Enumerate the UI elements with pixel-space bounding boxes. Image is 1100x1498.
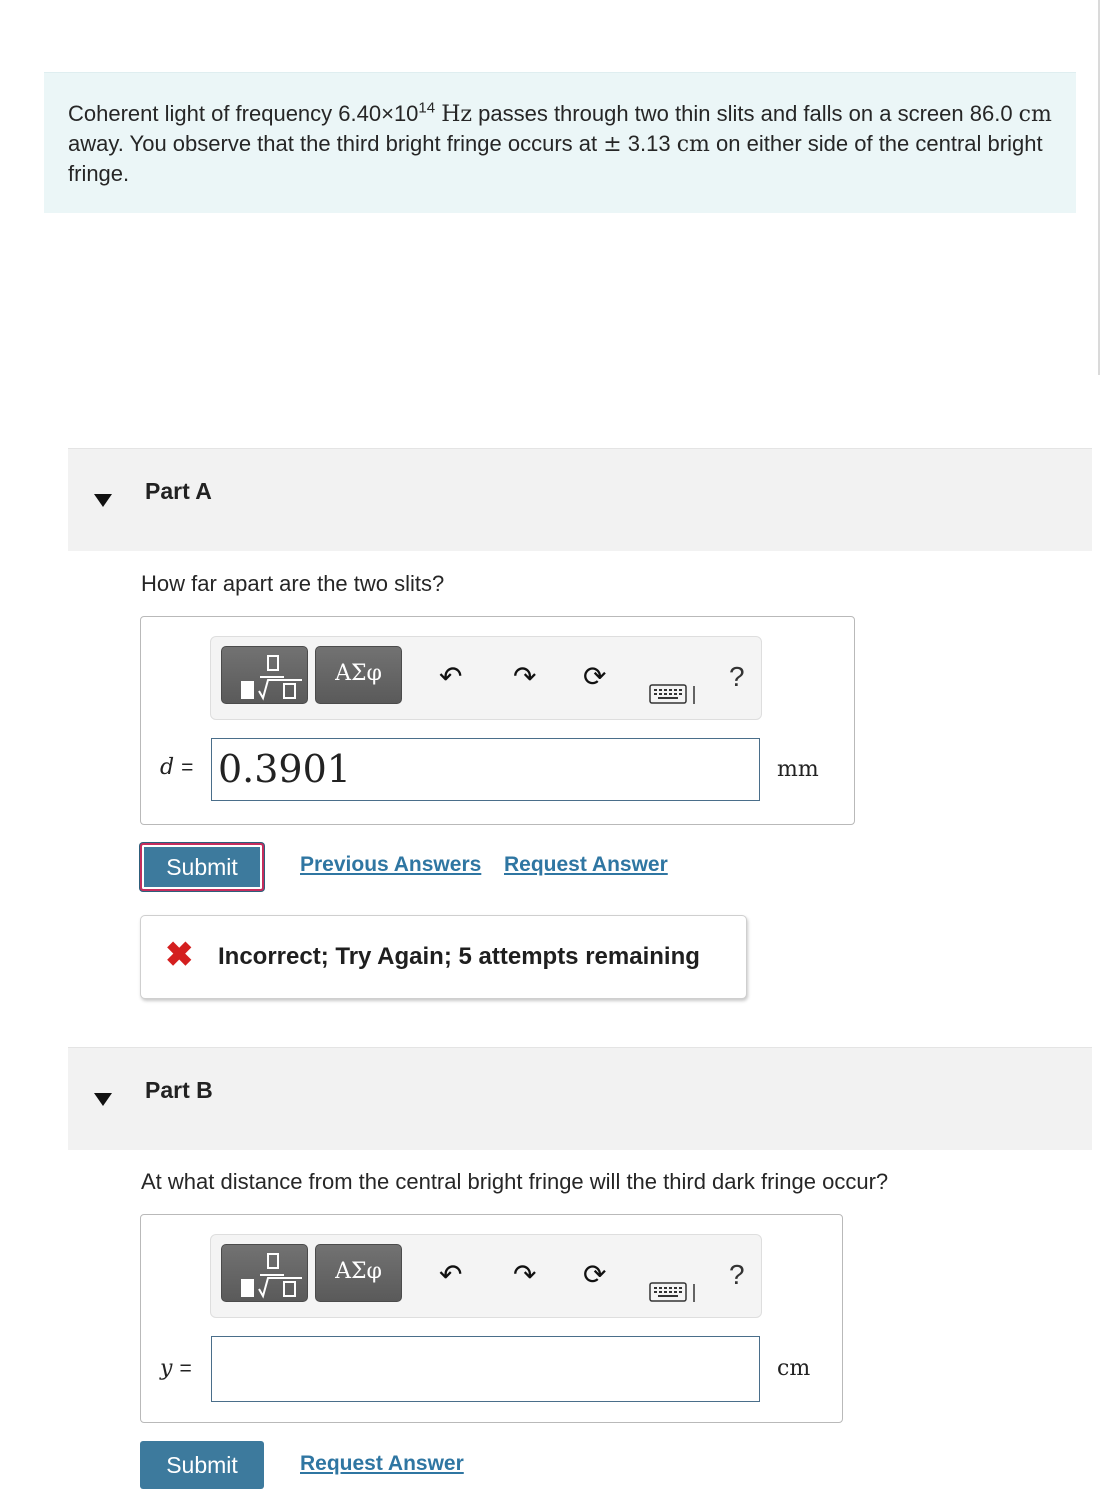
problem-statement: Coherent light of frequency 6.40×1014 Hz… xyxy=(44,72,1076,213)
part-b-answer-box: ΑΣφ ↶ ↷ ⟳ ? y = cm xyxy=(140,1214,843,1423)
request-answer-link[interactable]: Request Answer xyxy=(504,853,668,877)
collapse-triangle-icon[interactable] xyxy=(94,1093,112,1106)
part-b-question: At what distance from the central bright… xyxy=(141,1169,889,1194)
math-toolbar: ΑΣφ ↶ ↷ ⟳ ? xyxy=(210,1234,762,1318)
request-answer-link[interactable]: Request Answer xyxy=(300,1452,464,1476)
part-a-header[interactable]: Part A xyxy=(68,448,1092,551)
help-icon[interactable]: ? xyxy=(729,1260,745,1290)
math-toolbar: ΑΣφ ↶ ↷ ⟳ ? xyxy=(210,636,762,720)
reset-icon[interactable]: ⟳ xyxy=(583,662,606,692)
greek-symbols-button[interactable]: ΑΣφ xyxy=(315,1244,402,1302)
incorrect-x-icon: ✖ xyxy=(165,936,194,974)
keyboard-icon[interactable] xyxy=(649,683,699,707)
collapse-triangle-icon[interactable] xyxy=(94,494,112,507)
answer-input[interactable] xyxy=(211,1336,760,1402)
variable-label: d = xyxy=(160,755,194,780)
part-a-answer-box: ΑΣφ ↶ ↷ ⟳ ? d = 0.3901 mm xyxy=(140,616,855,825)
redo-icon[interactable]: ↷ xyxy=(513,662,536,692)
templates-button[interactable] xyxy=(221,1244,308,1302)
submit-button[interactable]: Submit xyxy=(140,1441,264,1489)
problem-text: Coherent light of frequency 6.40×1014 Hz… xyxy=(68,99,1052,186)
unit-label: cm xyxy=(777,1356,811,1381)
templates-button[interactable] xyxy=(221,646,308,704)
greek-symbols-button[interactable]: ΑΣφ xyxy=(315,646,402,704)
unit-label: mm xyxy=(777,757,819,782)
templates-icon xyxy=(241,655,302,701)
submit-button[interactable]: Submit xyxy=(140,843,264,891)
feedback-text: Incorrect; Try Again; 5 attempts remaini… xyxy=(218,943,700,970)
variable-label: y = xyxy=(160,1356,192,1381)
answer-input[interactable]: 0.3901 xyxy=(211,738,760,801)
undo-icon[interactable]: ↶ xyxy=(439,662,462,692)
previous-answers-link[interactable]: Previous Answers xyxy=(300,853,481,877)
help-icon[interactable]: ? xyxy=(729,662,745,692)
part-a-title: Part A xyxy=(145,478,212,504)
undo-icon[interactable]: ↶ xyxy=(439,1260,462,1290)
feedback-panel: ✖ Incorrect; Try Again; 5 attempts remai… xyxy=(140,915,747,999)
templates-icon xyxy=(241,1253,302,1299)
reset-icon[interactable]: ⟳ xyxy=(583,1260,606,1290)
redo-icon[interactable]: ↷ xyxy=(513,1260,536,1290)
keyboard-icon[interactable] xyxy=(649,1281,699,1305)
greek-label: ΑΣφ xyxy=(335,661,382,686)
part-b-header[interactable]: Part B xyxy=(68,1047,1092,1150)
greek-label: ΑΣφ xyxy=(335,1259,382,1284)
part-b-title: Part B xyxy=(145,1077,213,1103)
part-a-question: How far apart are the two slits? xyxy=(141,571,445,596)
